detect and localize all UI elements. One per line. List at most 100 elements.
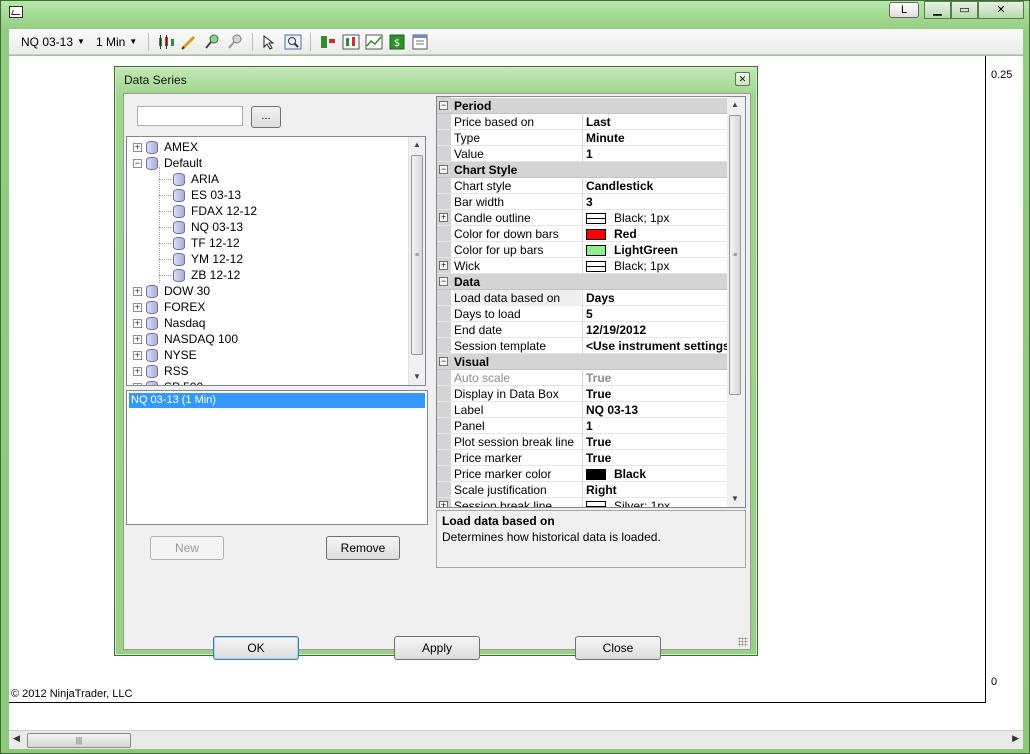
property-row[interactable]: Color for up bars LightGreen: [437, 242, 728, 258]
property-row[interactable]: Display in Data Box True: [437, 386, 728, 402]
data-series-icon[interactable]: [341, 33, 361, 51]
collapse-icon[interactable]: −: [439, 101, 448, 110]
scroll-thumb[interactable]: |||: [27, 733, 131, 748]
property-value[interactable]: NQ 03-13: [582, 402, 728, 418]
order-entry-icon[interactable]: [318, 33, 338, 51]
tree-item[interactable]: + DOW 30: [133, 283, 210, 300]
minimize-button[interactable]: ▁: [924, 1, 951, 19]
property-category[interactable]: − Visual: [437, 354, 728, 370]
browse-button[interactable]: ...: [251, 106, 281, 128]
tree-scroll-thumb[interactable]: ≡: [411, 155, 423, 355]
tree-item[interactable]: YM 12-12: [173, 251, 243, 267]
scroll-left-icon[interactable]: ◀: [13, 733, 20, 744]
tree-item[interactable]: + Nasdaq: [133, 315, 205, 332]
tree-item[interactable]: + NASDAQ 100: [133, 331, 238, 348]
instrument-selector[interactable]: NQ 03-13 ▼: [17, 35, 89, 49]
tree-item[interactable]: ZB 12-12: [173, 267, 240, 283]
expand-icon[interactable]: +: [439, 261, 448, 270]
property-value[interactable]: Last: [582, 114, 728, 130]
property-row[interactable]: Type Minute: [437, 130, 728, 146]
horizontal-scrollbar[interactable]: ◀ ||| ▶: [9, 730, 1023, 749]
collapse-icon[interactable]: −: [439, 277, 448, 286]
magnifier-icon[interactable]: [283, 33, 303, 51]
property-row[interactable]: Value 1: [437, 146, 728, 162]
property-grid[interactable]: − Period Price based on Last Type Minute Value…: [436, 96, 746, 508]
zoom-out-icon[interactable]: [225, 33, 245, 51]
property-value[interactable]: True: [582, 386, 728, 402]
tree-item[interactable]: + SP 500: [133, 379, 203, 385]
property-value[interactable]: Days: [582, 290, 728, 306]
property-value[interactable]: Red: [582, 226, 728, 242]
property-row[interactable]: Price based on Last: [437, 114, 728, 130]
tree-item[interactable]: + AMEX: [133, 139, 198, 156]
property-row[interactable]: Load data based on Days: [437, 290, 728, 306]
property-row[interactable]: End date 12/19/2012: [437, 322, 728, 338]
property-value[interactable]: LightGreen: [582, 242, 728, 258]
interval-selector[interactable]: 1 Min ▼: [92, 35, 141, 49]
dialog-close-icon[interactable]: ✕: [735, 72, 750, 86]
property-row[interactable]: Price marker True: [437, 450, 728, 466]
collapse-icon[interactable]: −: [439, 165, 448, 174]
close-window-button[interactable]: ✕: [978, 1, 1024, 19]
property-value[interactable]: True: [582, 370, 728, 386]
maximize-button[interactable]: ▭: [951, 1, 978, 19]
property-value[interactable]: 1: [582, 146, 728, 162]
property-category[interactable]: − Period: [437, 98, 728, 114]
properties-icon[interactable]: [410, 33, 430, 51]
tree-item[interactable]: + FOREX: [133, 299, 205, 316]
remove-button[interactable]: Remove: [326, 536, 400, 560]
close-button[interactable]: Close: [575, 636, 661, 660]
collapse-icon[interactable]: −: [439, 357, 448, 366]
collapse-icon[interactable]: −: [133, 158, 142, 168]
instrument-search-input[interactable]: [137, 106, 243, 126]
new-button[interactable]: New: [150, 536, 224, 560]
expand-icon[interactable]: +: [133, 382, 142, 385]
property-value[interactable]: 1: [582, 418, 728, 434]
expand-icon[interactable]: +: [133, 142, 142, 152]
property-value[interactable]: 3: [582, 194, 728, 210]
property-row[interactable]: Plot session break line True: [437, 434, 728, 450]
instrument-tree[interactable]: ▲ ≡ ▼ + AMEX − Default ARIA ES 03-13 FDAX 12-1…: [126, 136, 426, 386]
link-button[interactable]: L: [889, 2, 919, 18]
property-value[interactable]: True: [582, 450, 728, 466]
property-row[interactable]: Price marker color Black: [437, 466, 728, 482]
tree-scrollbar[interactable]: ▲ ≡ ▼: [408, 137, 425, 385]
tree-item[interactable]: NQ 03-13: [173, 219, 243, 235]
tree-item[interactable]: ES 03-13: [173, 187, 241, 203]
property-scroll-thumb[interactable]: ≡: [729, 115, 741, 395]
ok-button[interactable]: OK: [213, 636, 299, 660]
expand-icon[interactable]: +: [133, 302, 142, 312]
property-category[interactable]: − Data: [437, 274, 728, 290]
property-row[interactable]: Auto scale True: [437, 370, 728, 386]
scroll-up-icon[interactable]: ▲: [727, 97, 743, 113]
property-row[interactable]: Chart style Candlestick: [437, 178, 728, 194]
expand-icon[interactable]: +: [133, 334, 142, 344]
expand-icon[interactable]: +: [133, 318, 142, 328]
scroll-down-icon[interactable]: ▼: [727, 491, 743, 507]
tree-item[interactable]: − Default: [133, 155, 202, 172]
property-row[interactable]: Session template <Use instrument settings…: [437, 338, 728, 354]
property-row[interactable]: + Session break line Silver; 1px: [437, 498, 728, 507]
property-row[interactable]: + Candle outline Black; 1px: [437, 210, 728, 226]
property-value[interactable]: True: [582, 434, 728, 450]
data-series-list[interactable]: NQ 03-13 (1 Min): [126, 390, 428, 525]
apply-button[interactable]: Apply: [394, 636, 480, 660]
tree-item[interactable]: ARIA: [173, 171, 219, 187]
property-row[interactable]: Panel 1: [437, 418, 728, 434]
zoom-in-icon[interactable]: [202, 33, 222, 51]
tree-item[interactable]: TF 12-12: [173, 235, 240, 251]
property-value[interactable]: Black; 1px: [582, 258, 728, 274]
expand-icon[interactable]: +: [133, 286, 142, 296]
property-value[interactable]: 5: [582, 306, 728, 322]
property-value[interactable]: Candlestick: [582, 178, 728, 194]
property-row[interactable]: Scale justification Right: [437, 482, 728, 498]
property-row[interactable]: Label NQ 03-13: [437, 402, 728, 418]
bar-type-icon[interactable]: [156, 33, 176, 51]
cursor-icon[interactable]: [260, 33, 280, 51]
scroll-right-icon[interactable]: ▶: [1012, 733, 1019, 744]
property-value[interactable]: Silver; 1px: [582, 498, 728, 507]
expand-icon[interactable]: +: [439, 213, 448, 222]
property-value[interactable]: <Use instrument settings>: [582, 338, 728, 354]
property-row[interactable]: + Wick Black; 1px: [437, 258, 728, 274]
property-row[interactable]: Days to load 5: [437, 306, 728, 322]
